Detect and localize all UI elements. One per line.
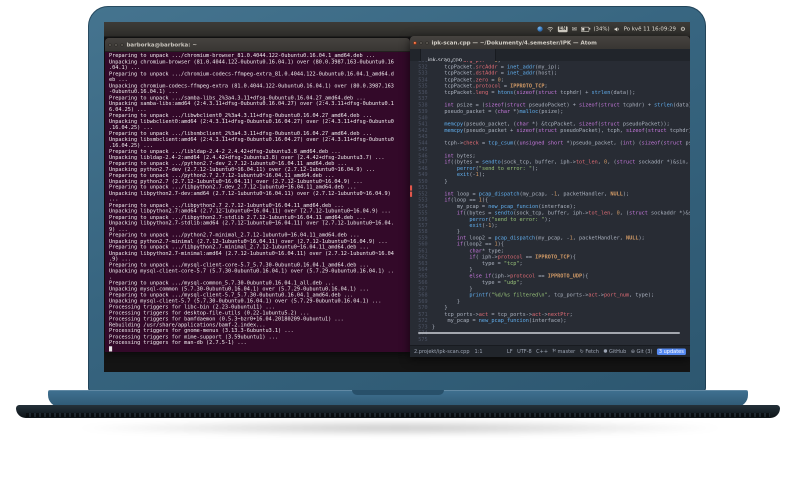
status-item-fetch[interactable]: ↻ Fetch — [580, 349, 599, 355]
laptop-vents — [26, 413, 770, 417]
status-item-master[interactable]: master — [552, 348, 575, 355]
terminal-line: Unpacking libpython2.7-stdlib:amd64 (2.7… — [109, 220, 394, 227]
terminal-line: Unpacking libpython2.7:amd64 (2.7.12-1ub… — [109, 208, 391, 215]
terminal-output[interactable]: Preparing to unpack .../chromium-browser… — [109, 53, 410, 352]
terminal-line: Preparing to unpack .../libpython2.7-min… — [109, 244, 369, 251]
sync-icon: ↻ — [579, 348, 585, 355]
atom-maximize-button[interactable] — [425, 40, 429, 45]
status-item-3-updates[interactable]: 3 updates — [657, 348, 686, 355]
laptop-hinge-notch — [352, 390, 444, 395]
app-indicator-icon[interactable] — [537, 26, 544, 32]
atom-titlebar[interactable]: ipk-scan.cpp — ~/Dokumenty/4.semester/IP… — [410, 36, 690, 50]
terminal-line: Unpacking libpython2.7-dev:amd64 (2.7.12… — [109, 190, 391, 197]
gear-icon[interactable]: ⚙ — [681, 26, 686, 32]
line-code: printf("%d/%s filtered\n", tcp_ports->ac… — [469, 292, 655, 299]
status-item-git-3-[interactable]: ⊕ Git (3) — [631, 349, 653, 355]
laptop-shadow — [70, 420, 730, 436]
terminal-line: Preparing to unpack .../chromium-browser… — [109, 53, 376, 59]
line-code: memcpy(pseudo_packet + sizeof(struct pse… — [444, 127, 690, 134]
top-panel: EN ✉ (34%) Po kvě 11 16:09:29 ⚙ — [104, 22, 690, 37]
atom-window-title: ipk-scan.cpp — ~/Dokumenty/4.semester/IP… — [431, 39, 597, 46]
terminal-line: Unpacking mysql-client-core-5.7 (5.7.30-… — [109, 268, 394, 274]
battery-icon[interactable] — [581, 26, 591, 32]
terminal-line: Unpacking libpython2.7-minimal:amd64 (2.… — [109, 250, 394, 257]
line-code: } — [431, 178, 448, 185]
panel-indicators: EN ✉ (34%) Po kvě 11 16:09:29 ⚙ — [537, 22, 686, 36]
terminal-line: Unpacking libsmbclient:amd64 (2:4.3.11+d… — [109, 136, 394, 143]
terminal-titlebar[interactable]: barborka@barborka: ~ — [105, 38, 410, 52]
terminal-window: barborka@barborka: ~ Preparing to unpack… — [105, 38, 410, 352]
line-code: tcph->check = tcp_csum((unsigned short *… — [431, 140, 690, 147]
atom-window: ipk-scan.cpp — ~/Dokumenty/4.semester/IP… — [410, 36, 690, 357]
terminal-line: Unpacking libwbclient0:amd64 (2:4.3.11+d… — [109, 118, 394, 125]
code-line: 544 tcph->check = tcp_csum((unsigned sho… — [410, 140, 690, 146]
tab-ipk-scan[interactable]: ipk-scan.cpp — [420, 49, 496, 63]
git-branch-icon — [552, 348, 557, 355]
screen: EN ✉ (34%) Po kvě 11 16:09:29 ⚙ barborka… — [104, 22, 690, 372]
atom-minimize-button[interactable] — [419, 40, 423, 45]
github-icon — [603, 349, 608, 355]
terminal-close-button[interactable] — [108, 42, 112, 47]
laptop-lid: EN ✉ (34%) Po kvě 11 16:09:29 ⚙ barborka… — [88, 6, 706, 392]
line-number: 575 — [418, 336, 428, 343]
git-plus-icon: ⊕ — [630, 348, 636, 355]
line-code: } — [431, 324, 435, 330]
status-item-c-[interactable]: C++ — [536, 349, 548, 355]
terminal-minimize-button[interactable] — [114, 42, 118, 47]
line-code: pseudo_packet = (char *)malloc(psize); — [431, 108, 564, 115]
laptop-base-bottom — [16, 405, 780, 418]
status-cursor-position[interactable]: 1:1 — [474, 349, 482, 355]
mail-icon[interactable]: ✉ — [572, 26, 577, 32]
keyboard-layout-indicator[interactable]: EN — [558, 26, 568, 32]
horizontal-scrollbar[interactable] — [418, 332, 680, 334]
status-item-github[interactable]: GitHub — [603, 349, 626, 355]
line-code: tcpPacket.leng = htons(sizeof(struct tcp… — [431, 89, 636, 96]
status-item-utf-8[interactable]: UTF-8 — [517, 349, 532, 355]
terminal-line: Unpacking chromium-browser (81.0.4044.12… — [109, 58, 394, 65]
terminal-maximize-button[interactable] — [120, 42, 124, 47]
status-right-items: LF UTF-8 C++ master ↻ Fetch GitHub ⊕ Git (3) 3 up… — [507, 346, 686, 357]
atom-status-bar: 2.projekt/ipk-scan.cpp 1:1 LF UTF-8 C++ mas… — [410, 345, 690, 357]
code-editor[interactable]: 531 tcph->urg_ptr = 0;532 tcpPacket.srcA… — [410, 61, 690, 346]
terminal-line: Preparing to unpack .../chromium-codecs-… — [109, 70, 394, 77]
atom-close-button[interactable] — [413, 40, 417, 45]
status-item-lf[interactable]: LF — [507, 349, 513, 355]
terminal-title: barborka@barborka: ~ — [126, 41, 197, 48]
terminal-cursor — [109, 346, 113, 352]
code-line: 542 memcpy(pseudo_packet + sizeof(struct… — [410, 128, 690, 134]
terminal-line: Unpacking samba-libs:amd64 (2:4.3.11+dfs… — [109, 100, 394, 107]
volume-icon[interactable] — [614, 26, 619, 32]
code-lines: 531 tcph->urg_ptr = 0;532 tcpPacket.srcA… — [410, 61, 690, 343]
line-code: my_pcap = new_pcap_funcion(interface); — [431, 317, 567, 324]
terminal-line: Preparing to unpack .../libwbclient0_2%3… — [109, 112, 372, 119]
status-file-path[interactable]: 2.projekt/ipk-scan.cpp — [414, 349, 469, 355]
wifi-icon[interactable] — [547, 26, 554, 32]
code-line: 575 — [410, 337, 690, 343]
battery-percent-label: (34%) — [593, 26, 611, 32]
clock-label[interactable]: Po kvě 11 16:09:29 — [624, 26, 676, 32]
